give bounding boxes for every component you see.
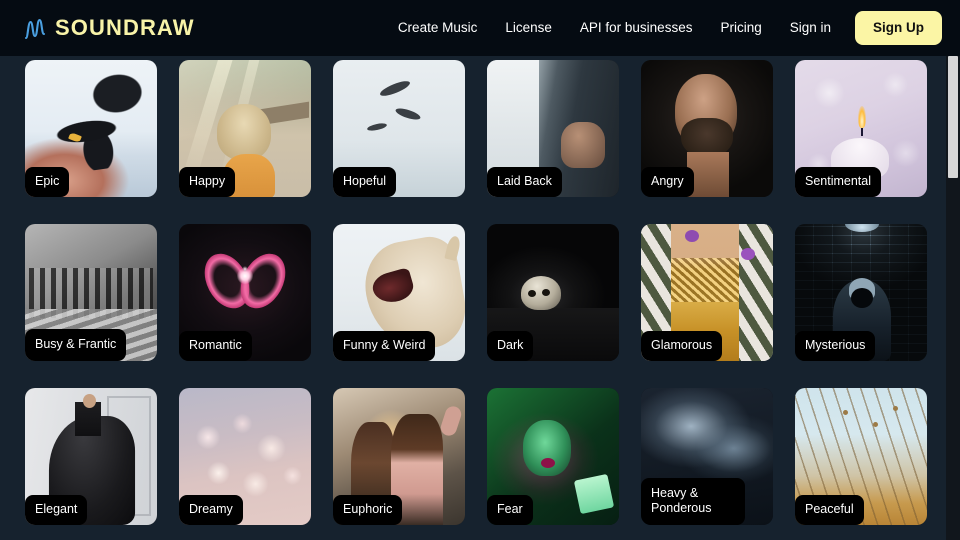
nav-item-api[interactable]: API for businesses <box>566 15 707 41</box>
mood-card-label-funny-and-weird: Funny & Weird <box>333 331 436 361</box>
mood-card-heavy-and-ponderous[interactable]: Heavy & Ponderous <box>641 388 773 525</box>
mood-card-label-romantic: Romantic <box>179 331 252 361</box>
sign-up-button[interactable]: Sign Up <box>855 11 942 45</box>
soundraw-mood-page: SOUNDRAW Create Music License API for bu… <box>0 0 960 540</box>
page-scrollbar-thumb[interactable] <box>948 56 958 178</box>
mood-card-label-peaceful: Peaceful <box>795 495 864 525</box>
mood-card-label-elegant: Elegant <box>25 495 88 525</box>
mood-card-label-euphoric: Euphoric <box>333 495 403 525</box>
mood-card-hopeful[interactable]: Hopeful <box>333 60 465 197</box>
mood-card-label-happy: Happy <box>179 167 236 197</box>
mood-card-romantic[interactable]: Romantic <box>179 224 311 361</box>
nav-item-pricing[interactable]: Pricing <box>706 15 775 41</box>
mood-card-mysterious[interactable]: Mysterious <box>795 224 927 361</box>
mood-card-glamorous[interactable]: Glamorous <box>641 224 773 361</box>
nav-item-create-music[interactable]: Create Music <box>384 15 492 41</box>
nav-item-sign-in[interactable]: Sign in <box>776 15 845 41</box>
mood-card-dreamy[interactable]: Dreamy <box>179 388 311 525</box>
mood-card-label-busy-and-frantic: Busy & Frantic <box>25 329 127 361</box>
mood-card-funny-and-weird[interactable]: Funny & Weird <box>333 224 465 361</box>
mood-card-sentimental[interactable]: Sentimental <box>795 60 927 197</box>
mood-card-fear[interactable]: Fear <box>487 388 619 525</box>
mood-card-label-sentimental: Sentimental <box>795 167 882 197</box>
mood-card-euphoric[interactable]: Euphoric <box>333 388 465 525</box>
mood-card-label-hopeful: Hopeful <box>333 167 397 197</box>
mood-card-label-dark: Dark <box>487 331 534 361</box>
mood-card-label-epic: Epic <box>25 167 70 197</box>
mood-card-laid-back[interactable]: Laid Back <box>487 60 619 197</box>
mood-card-epic[interactable]: Epic <box>25 60 157 197</box>
mood-card-dark[interactable]: Dark <box>487 224 619 361</box>
site-header: SOUNDRAW Create Music License API for bu… <box>0 0 960 56</box>
mood-card-label-heavy-and-ponderous: Heavy & Ponderous <box>641 478 745 525</box>
mood-card-label-dreamy: Dreamy <box>179 495 243 525</box>
mood-card-busy-and-frantic[interactable]: Busy & Frantic <box>25 224 157 361</box>
mood-card-happy[interactable]: Happy <box>179 60 311 197</box>
mood-card-elegant[interactable]: Elegant <box>25 388 157 525</box>
mood-card-label-glamorous: Glamorous <box>641 331 723 361</box>
mood-card-peaceful[interactable]: Peaceful <box>795 388 927 525</box>
main-nav: Create Music License API for businesses … <box>384 11 960 45</box>
mood-card-angry[interactable]: Angry <box>641 60 773 197</box>
mood-card-grid: Epic Happy Hopeful Laid Back Angry Sentimenta… <box>25 60 927 525</box>
nav-item-license[interactable]: License <box>491 15 566 41</box>
mood-card-label-angry: Angry <box>641 167 694 197</box>
page-scrollbar-track[interactable] <box>946 56 960 540</box>
mood-card-label-laid-back: Laid Back <box>487 167 562 197</box>
mood-card-label-fear: Fear <box>487 495 533 525</box>
mood-card-label-mysterious: Mysterious <box>795 331 876 361</box>
waveform-icon <box>24 18 46 40</box>
logo-text: SOUNDRAW <box>55 15 195 40</box>
soundraw-logo[interactable]: SOUNDRAW <box>24 14 195 42</box>
